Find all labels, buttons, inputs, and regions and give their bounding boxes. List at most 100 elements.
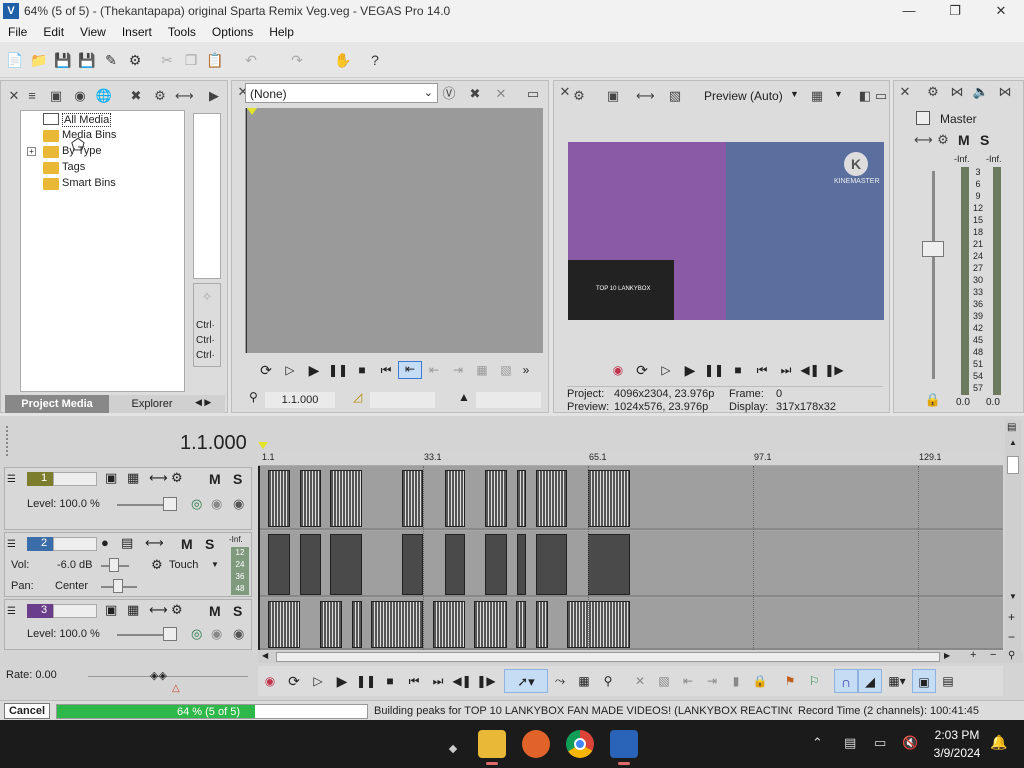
clock-time[interactable]: 2:03 PM (932, 728, 982, 742)
firefox-icon[interactable] (522, 730, 550, 758)
network-icon[interactable]: ▤ (844, 735, 856, 751)
remove-icon[interactable]: ✖ (127, 87, 145, 105)
display-icon[interactable]: ▭ (874, 735, 886, 751)
fit-icon[interactable]: ▦ (470, 363, 494, 377)
selection-tool-icon[interactable]: ▦ (572, 674, 596, 688)
auto-crossfade-icon[interactable]: ◢ (858, 669, 882, 693)
rate-slider-handle-icon[interactable]: ◈◈ (150, 669, 167, 682)
go-to-start-icon[interactable]: ⏮ (402, 674, 426, 689)
ignore-grouping-icon[interactable]: ▤ (936, 674, 960, 688)
save-snapshot-icon[interactable]: ▭ (872, 87, 890, 105)
timeline-ruler[interactable]: 1.1 33.1 65.1 97.1 129.1 (258, 442, 1003, 466)
selection-length-field[interactable] (370, 392, 435, 408)
downmix-icon[interactable]: ⋈ (948, 83, 966, 101)
parent-icon[interactable]: ◉ (233, 496, 244, 512)
timeline-clip[interactable] (516, 601, 526, 648)
play-icon[interactable]: ▶ (302, 362, 326, 379)
mute-button[interactable]: M (209, 603, 221, 619)
delete-icon[interactable]: ✕ (628, 674, 652, 688)
master-properties-gear-icon[interactable]: ⚙ (924, 83, 942, 101)
more-icon[interactable]: » (518, 363, 534, 377)
trimmer-remove-icon[interactable]: ✕ (492, 85, 510, 103)
add-to-timeline-icon[interactable]: ⇤ (398, 361, 422, 379)
record-icon[interactable]: ◉ (258, 674, 282, 688)
panel-close-icon[interactable]: ✕ (5, 87, 23, 105)
track-motion-icon[interactable]: ▣ (105, 602, 117, 618)
scroll-down-icon[interactable]: ▼ (1009, 592, 1017, 601)
trimmer-window-icon[interactable]: ▭ (524, 85, 542, 103)
trimmer-media-select[interactable]: (None) ⌄ (245, 83, 438, 103)
track-minimize-icon[interactable]: ☰ (7, 539, 16, 550)
timeline-clip[interactable] (371, 601, 423, 648)
vol-slider-handle[interactable] (109, 558, 119, 572)
envelope-icon[interactable]: ⟷ (149, 602, 168, 618)
vegas-taskbar-icon[interactable] (610, 730, 638, 758)
notification-bell-icon[interactable]: 🔔 (990, 734, 1007, 751)
track-fx-gear-icon[interactable]: ⚙ (171, 602, 183, 618)
pan-crop-icon[interactable]: ▦ (127, 602, 139, 618)
lock-envelopes-icon[interactable]: ▣ (912, 669, 936, 693)
timeline-clip[interactable] (567, 601, 630, 648)
tab-explorer[interactable]: Explorer (117, 395, 187, 413)
h-scroll-thumb[interactable] (276, 652, 940, 662)
prev-frame-icon[interactable]: ◀❚ (798, 363, 822, 377)
tree-item-tags[interactable]: Tags (62, 161, 85, 173)
mute-button[interactable]: M (181, 536, 193, 552)
play-icon[interactable]: ▶ (330, 673, 354, 690)
save-as-icon[interactable]: 💾 (78, 51, 96, 69)
master-mute-button[interactable]: M (958, 132, 970, 148)
scroll-up-icon[interactable]: ▲ (1009, 438, 1017, 447)
timeline-clip[interactable] (300, 470, 321, 527)
explore-hand-icon[interactable]: ✋ (334, 51, 352, 69)
lock-icon[interactable]: 🔒 (748, 674, 772, 688)
trimmer-viewer[interactable] (245, 108, 543, 353)
solo-button[interactable]: S (205, 536, 214, 552)
track-minimize-icon[interactable]: ☰ (7, 606, 16, 617)
restore-button[interactable]: ❐ (932, 0, 978, 22)
menu-help[interactable]: Help (261, 22, 302, 39)
track-minimize-icon[interactable]: ☰ (7, 474, 16, 485)
zoom-tool-icon[interactable]: ⚲ (596, 674, 620, 688)
timeline-clip[interactable] (402, 534, 423, 595)
track-header-2[interactable]: ☰ 2 ● ▤ ⟷ M S Vol: -6.0 dB ⚙ Touch ▼ Pan… (4, 532, 252, 597)
panel-more-icon[interactable]: ▶ (205, 87, 223, 105)
timeline-clip[interactable] (352, 601, 362, 648)
timeline-clip[interactable] (268, 601, 300, 648)
compositing-icon[interactable]: ◎ (191, 626, 202, 642)
save-icon[interactable]: 💾 (54, 51, 72, 69)
play-icon[interactable]: ▶ (678, 362, 702, 379)
split-screen-icon[interactable]: ⟷ (636, 87, 655, 105)
chevron-down-icon[interactable]: ▼ (834, 89, 843, 99)
minimize-button[interactable]: — (886, 0, 932, 22)
envelope-icon[interactable]: ⟷ (145, 535, 164, 551)
play-from-start-icon[interactable]: ▷ (654, 363, 678, 377)
timeline-clip[interactable] (536, 470, 567, 527)
timeline-clip[interactable] (433, 601, 465, 648)
track-name-field[interactable] (53, 537, 97, 551)
timeline-clip[interactable] (517, 470, 526, 527)
stop-icon[interactable]: ■ (350, 363, 374, 377)
timeline-clip[interactable] (445, 534, 465, 595)
file-explorer-icon[interactable] (478, 730, 506, 758)
track-fx-gear-icon[interactable]: ⚙ (151, 557, 163, 573)
timeline-clip[interactable] (268, 470, 290, 527)
ripple-edit-icon[interactable]: ▦▾ (882, 674, 912, 688)
mask-icon[interactable]: ◉ (211, 496, 222, 512)
timeline-clip[interactable] (402, 470, 423, 527)
snapping-magnet-icon[interactable]: ∩ (834, 669, 858, 693)
normal-edit-tool-icon[interactable]: ➚▾ (504, 669, 548, 693)
play-from-start-icon[interactable]: ▷ (278, 363, 302, 377)
speaker-icon[interactable]: 🔈 (972, 83, 990, 101)
split-icon[interactable]: ▮ (724, 674, 748, 688)
envelope-tool-icon[interactable]: ⤳ (548, 673, 572, 689)
chrome-icon[interactable] (566, 730, 594, 758)
dim-output-icon[interactable]: ⋈ (996, 83, 1014, 101)
rate-slider-track[interactable] (88, 676, 248, 677)
scroll-right-icon[interactable]: ▶ (944, 651, 950, 660)
subclip-icon[interactable]: ▧ (494, 363, 518, 377)
pause-icon[interactable]: ❚❚ (354, 674, 378, 688)
timeline-clip[interactable] (536, 534, 567, 595)
get-media-icon[interactable]: ◉ (71, 87, 89, 105)
volume-mute-icon[interactable]: 🔇 (902, 735, 918, 751)
loop-icon[interactable]: ⟳ (282, 673, 306, 690)
